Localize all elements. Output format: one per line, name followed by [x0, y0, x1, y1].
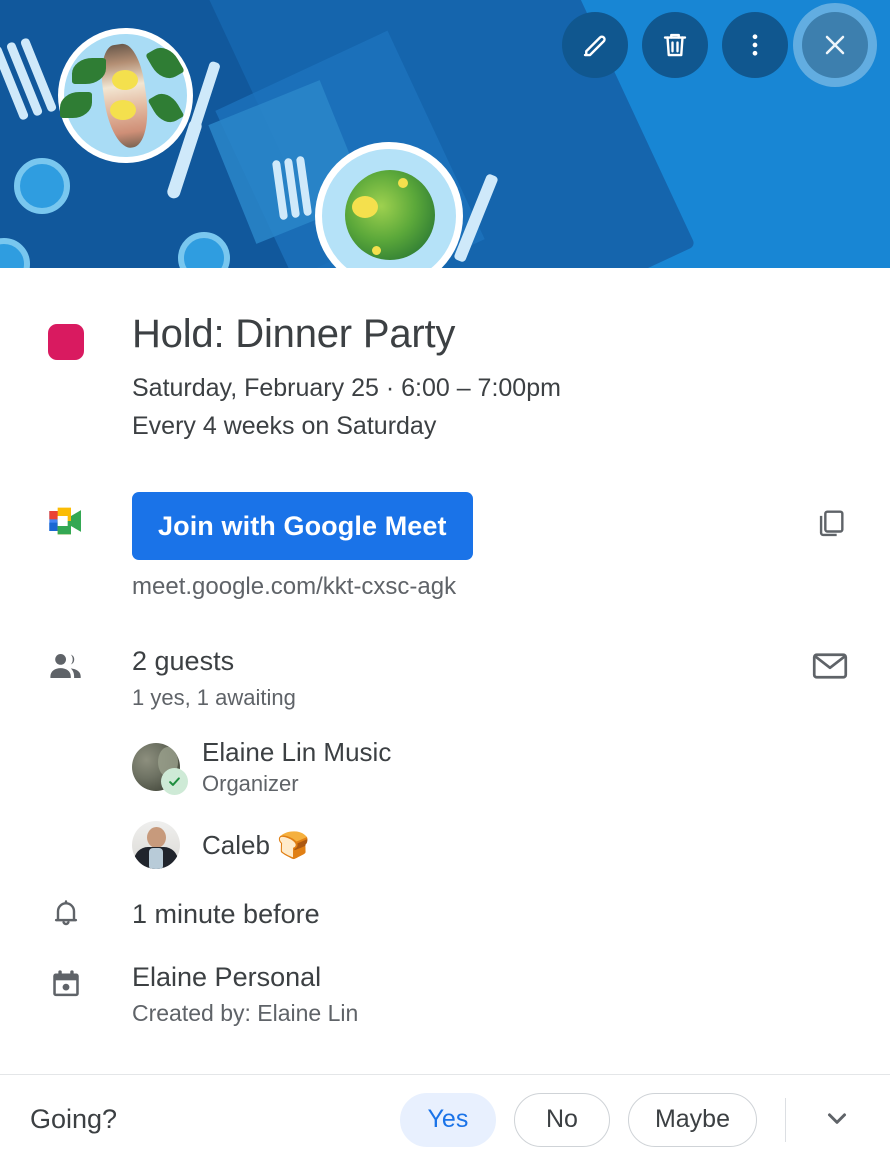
lemon-slice	[352, 196, 378, 218]
rsvp-prompt: Going?	[30, 1104, 118, 1134]
more-vert-icon	[740, 30, 770, 60]
avatar	[132, 821, 180, 869]
notification-text: 1 minute before	[132, 898, 320, 929]
rsvp-no-button[interactable]: No	[513, 1092, 610, 1147]
notification-row: 1 minute before	[0, 897, 890, 931]
envelope-icon	[812, 653, 848, 685]
avatar-head	[147, 827, 166, 848]
people-icon	[0, 645, 132, 681]
google-meet-icon	[0, 504, 132, 538]
event-banner-image	[0, 0, 890, 268]
calendar-name: Elaine Personal	[132, 962, 322, 992]
cup	[14, 158, 70, 214]
more-options-button[interactable]	[722, 12, 788, 78]
copy-icon	[814, 510, 848, 544]
lemon-slice	[110, 100, 136, 120]
caleb-avatar	[132, 821, 180, 869]
bell-icon	[0, 897, 132, 931]
calendar-info: Elaine Personal Created by: Elaine Lin	[132, 961, 358, 1027]
lemon-slice	[112, 70, 138, 90]
edit-event-button[interactable]	[562, 12, 628, 78]
rsvp-bar: Going? Yes No Maybe	[0, 1074, 890, 1164]
list-item[interactable]: Caleb 🍞	[132, 821, 890, 869]
list-item[interactable]: Elaine Lin Music Organizer	[132, 737, 890, 797]
garnish	[372, 246, 381, 255]
close-icon	[819, 29, 851, 61]
copy-meet-link-button[interactable]	[814, 506, 848, 545]
guest-info: Elaine Lin Music Organizer	[202, 737, 391, 797]
event-details-body: Hold: Dinner Party Saturday, February 25…	[0, 268, 890, 1027]
rsvp-maybe-button[interactable]: Maybe	[627, 1092, 757, 1147]
avatar	[132, 743, 188, 795]
guest-list: Elaine Lin Music Organizer Caleb 🍞	[0, 737, 890, 869]
calendar-row: Elaine Personal Created by: Elaine Lin	[0, 961, 890, 1027]
event-details-popup: Hold: Dinner Party Saturday, February 25…	[0, 0, 890, 1164]
guests-row: 2 guests 1 yes, 1 awaiting	[0, 645, 890, 711]
garnish	[398, 178, 408, 188]
rsvp-more-button[interactable]	[810, 1093, 864, 1147]
event-color-gutter	[0, 310, 132, 444]
guest-name: Caleb 🍞	[202, 830, 310, 860]
guest-count: 2 guests	[132, 646, 235, 676]
event-title-row: Hold: Dinner Party Saturday, February 25…	[0, 310, 890, 444]
conference-row: Join with Google Meet meet.google.com/kk…	[0, 492, 890, 601]
calendar-icon	[0, 961, 132, 1001]
delete-event-button[interactable]	[642, 12, 708, 78]
email-guests-button[interactable]	[812, 651, 848, 686]
rsvp-yes-button[interactable]: Yes	[399, 1092, 496, 1147]
calendar-created-by: Created by: Elaine Lin	[132, 1000, 359, 1026]
guest-name: Elaine Lin Music	[202, 737, 392, 767]
event-recurrence: Every 4 weeks on Saturday	[132, 412, 437, 440]
guest-status: 1 yes, 1 awaiting	[132, 685, 296, 710]
trash-icon	[660, 30, 690, 60]
close-button[interactable]	[802, 12, 868, 78]
conference-block: Join with Google Meet meet.google.com/kk…	[132, 492, 473, 601]
banner-action-buttons	[562, 12, 868, 78]
chevron-down-icon	[822, 1103, 852, 1136]
event-title-block: Hold: Dinner Party Saturday, February 25…	[132, 310, 561, 444]
divider	[785, 1097, 786, 1142]
event-color-swatch	[48, 324, 84, 360]
guest-role: Organizer	[202, 771, 299, 796]
pencil-icon	[580, 30, 610, 60]
status-badge	[161, 768, 188, 795]
page-title: Hold: Dinner Party	[132, 312, 456, 356]
guests-summary: 2 guests 1 yes, 1 awaiting	[132, 645, 296, 711]
avatar-shirt	[149, 848, 163, 869]
guest-info: Caleb 🍞	[202, 830, 310, 860]
join-google-meet-button[interactable]: Join with Google Meet	[132, 492, 473, 560]
event-datetime: Saturday, February 25 · 6:00 – 7:00pm	[132, 374, 561, 402]
rsvp-options: Yes No Maybe	[399, 1092, 890, 1147]
meet-link-text: meet.google.com/kkt-cxsc-agk	[132, 573, 457, 600]
